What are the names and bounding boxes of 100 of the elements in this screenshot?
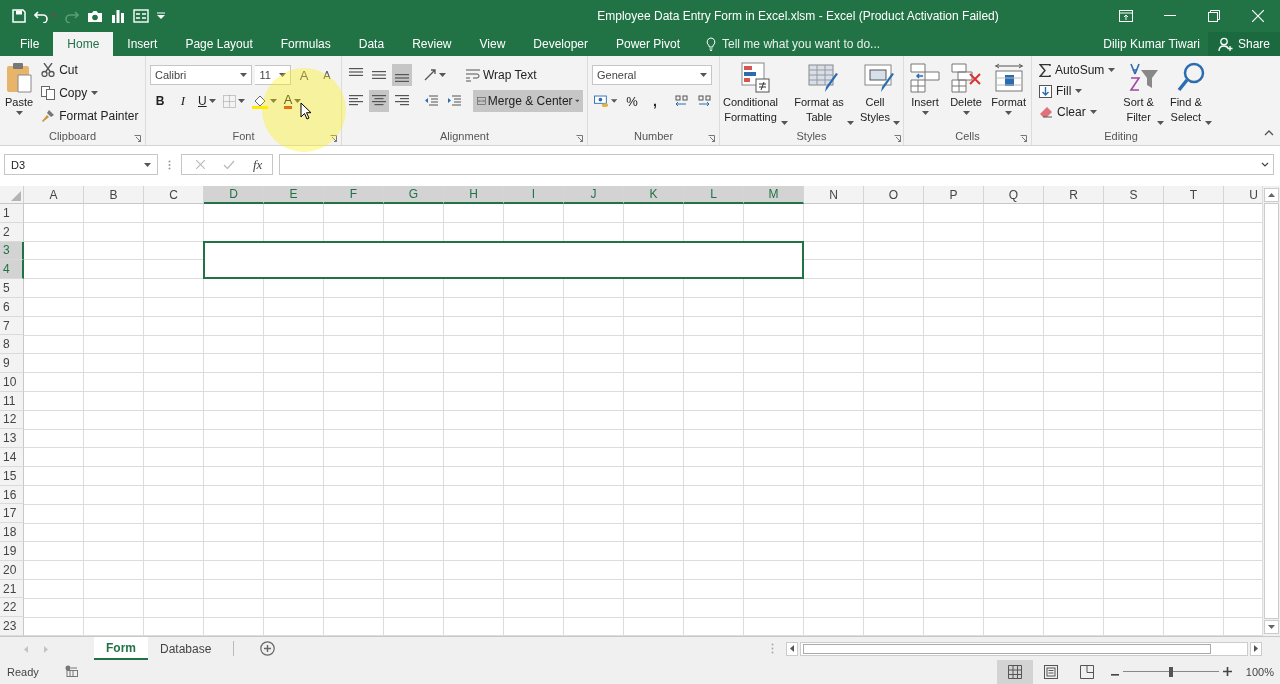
merge-center-button[interactable]: Merge & Center: [473, 90, 583, 112]
format-cells-button[interactable]: Format: [990, 60, 1027, 127]
autosum-button[interactable]: AutoSum: [1036, 60, 1119, 80]
caret-icon: [1075, 89, 1083, 93]
comma-style-button[interactable]: ,: [645, 90, 665, 112]
ribbon-tab[interactable]: View: [465, 32, 520, 56]
sort-filter-button[interactable]: Sort & Filter: [1122, 60, 1165, 127]
copy-button[interactable]: Copy: [38, 83, 142, 103]
ribbon-tab[interactable]: Insert: [113, 32, 172, 56]
name-box[interactable]: D3: [4, 154, 158, 175]
column-header[interactable]: E: [264, 186, 324, 204]
percent-button[interactable]: %: [622, 90, 642, 112]
cut-button[interactable]: Cut: [38, 60, 142, 80]
formula-input[interactable]: [279, 154, 1274, 175]
column-header[interactable]: I: [504, 186, 564, 204]
row-header[interactable]: 23: [0, 617, 24, 636]
wrap-text-button[interactable]: Wrap Text: [461, 64, 541, 86]
ribbon-tab[interactable]: Home: [53, 32, 114, 56]
column-header[interactable]: H: [444, 186, 504, 204]
share-button[interactable]: Share: [1207, 32, 1280, 56]
chart-button[interactable]: [111, 9, 125, 23]
row-header[interactable]: 13: [0, 429, 24, 449]
ribbon-tab[interactable]: Formulas: [266, 32, 345, 56]
column-header[interactable]: L: [684, 186, 744, 204]
zoom-in-button[interactable]: [1222, 665, 1232, 679]
user-name[interactable]: Dilip Kumar Tiwari: [1103, 32, 1208, 56]
italic-button[interactable]: I: [173, 90, 193, 112]
camera-button[interactable]: [87, 9, 103, 23]
font-name-field[interactable]: Calibri: [150, 65, 253, 85]
row-header[interactable]: 17: [0, 504, 24, 524]
column-header[interactable]: T: [1164, 186, 1224, 204]
fill-button[interactable]: Fill: [1036, 81, 1119, 101]
column-header[interactable]: G: [384, 186, 444, 204]
tell-me-search[interactable]: Tell me what you want to do...: [722, 37, 881, 51]
row-header[interactable]: 8: [0, 335, 24, 355]
row-header[interactable]: 10: [0, 373, 24, 392]
column-header[interactable]: R: [1044, 186, 1104, 204]
column-header[interactable]: P: [924, 186, 984, 204]
column-header[interactable]: J: [564, 186, 624, 204]
sheet-tab[interactable]: Database: [148, 637, 224, 660]
customize-button[interactable]: [157, 12, 165, 20]
delete-cells-button[interactable]: Delete: [949, 60, 984, 127]
ribbon-tab[interactable]: Developer: [519, 32, 602, 56]
underline-button[interactable]: U: [196, 90, 218, 112]
row-header[interactable]: 14: [0, 448, 24, 467]
ribbon-tab[interactable]: Page Layout: [171, 32, 267, 56]
row-header[interactable]: 5: [0, 279, 24, 298]
slider-thumb[interactable]: [1168, 667, 1173, 677]
number-format-field[interactable]: General: [592, 65, 712, 85]
normal-view-button[interactable]: [996, 660, 1033, 684]
table-style-button[interactable]: Format as Table: [793, 60, 855, 127]
search-icon: [1175, 62, 1206, 94]
clear-button[interactable]: Clear: [1036, 102, 1119, 122]
column-header[interactable]: O: [864, 186, 924, 204]
column-header[interactable]: M: [744, 186, 804, 204]
insert-function-button[interactable]: fx: [253, 156, 263, 173]
insert-cells-button[interactable]: Insert: [908, 60, 942, 127]
ribbon-tab[interactable]: Data: [344, 32, 399, 56]
number-format: General: [597, 69, 637, 81]
cell-style-icon: [864, 62, 896, 94]
column-header[interactable]: U: [1224, 186, 1262, 204]
column-header[interactable]: S: [1104, 186, 1164, 204]
column-header[interactable]: C: [144, 186, 204, 204]
restore-icon: [1208, 10, 1220, 22]
row-header[interactable]: 19: [0, 542, 24, 561]
row-header[interactable]: 18: [0, 523, 24, 543]
column-header[interactable]: A: [24, 186, 84, 204]
column-header[interactable]: B: [84, 186, 144, 204]
format-painter-button[interactable]: Format Painter: [38, 106, 142, 126]
ribbon-tab[interactable]: Review: [398, 32, 466, 56]
horizontal-align-button[interactable]: [369, 90, 389, 112]
column-header[interactable]: N: [804, 186, 864, 204]
ribbon-tab[interactable]: Power Pivot: [602, 32, 695, 56]
font-size-field[interactable]: 11: [255, 65, 291, 85]
form-icon: [133, 9, 149, 23]
undo-button[interactable]: [34, 9, 57, 23]
column-header[interactable]: F: [324, 186, 384, 204]
cell-style-button[interactable]: Cell Styles: [859, 60, 901, 127]
find-select-button[interactable]: Find & Select: [1168, 60, 1213, 127]
zoom-level[interactable]: 100%: [1237, 666, 1280, 678]
group-label: Number: [633, 130, 674, 142]
ribbon-tab[interactable]: File: [6, 32, 54, 56]
column-header[interactable]: Q: [984, 186, 1044, 204]
align-lines-icon: [372, 95, 386, 107]
column-header[interactable]: K: [624, 186, 684, 204]
zoom-slider[interactable]: [1122, 667, 1219, 677]
selected-cell[interactable]: [203, 240, 804, 280]
vertical-scrollbar[interactable]: [1262, 186, 1280, 636]
column-header[interactable]: D: [204, 186, 264, 204]
form-button[interactable]: [133, 9, 149, 23]
sheet-tab[interactable]: Form: [94, 637, 148, 660]
conditional-style-button[interactable]: Conditional Formatting: [722, 60, 790, 127]
vertical-align-button[interactable]: [392, 64, 412, 86]
save-button[interactable]: [12, 9, 26, 23]
row-header[interactable]: 4: [0, 260, 24, 280]
paste-button[interactable]: Paste: [4, 60, 35, 127]
row-header[interactable]: 9: [0, 354, 24, 373]
row-header[interactable]: 22: [0, 598, 24, 618]
macro-record-button[interactable]: [64, 664, 78, 680]
bold-button[interactable]: B: [150, 90, 170, 112]
